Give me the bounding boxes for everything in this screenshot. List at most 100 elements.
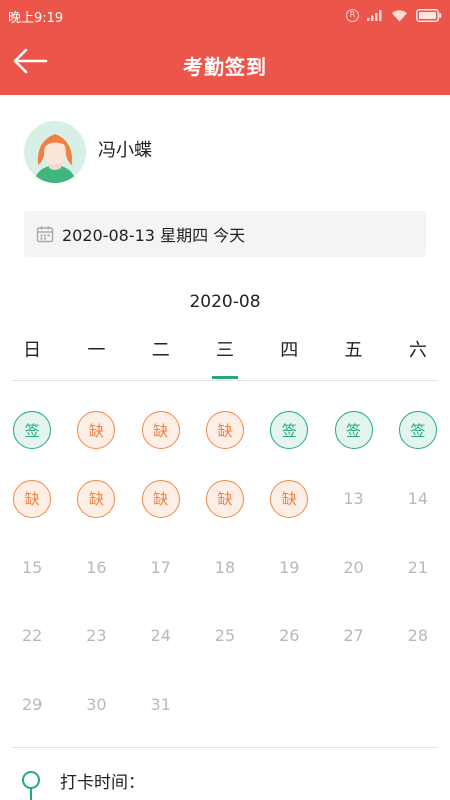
absent-badge: 缺 <box>141 411 180 449</box>
calendar-day-cell[interactable]: 签 <box>257 400 321 460</box>
calendar-day-cell[interactable]: 缺 <box>129 469 193 529</box>
day-number: 30 <box>86 694 107 714</box>
weekday-header: 日一二三四五六 <box>0 336 450 380</box>
day-number: 25 <box>214 626 236 645</box>
absent-badge: 缺 <box>13 479 52 518</box>
status-bar: 晚上9:19 R <box>0 0 450 30</box>
weekday-tab[interactable]: 三 <box>193 336 257 379</box>
day-number: 21 <box>407 557 429 577</box>
calendar-day-cell[interactable]: 21 <box>386 537 450 597</box>
calendar-day-cell[interactable]: 30 <box>64 674 128 734</box>
user-info: 冯小蝶 <box>24 120 152 184</box>
day-number: 29 <box>21 694 43 714</box>
day-number: 22 <box>21 626 43 645</box>
timeline-dot-icon <box>22 771 40 789</box>
weekday-label: 五 <box>344 340 363 361</box>
calendar-day-cell[interactable]: 19 <box>257 537 321 597</box>
day-number: 31 <box>150 694 171 714</box>
calendar-day-cell[interactable]: 15 <box>0 537 64 597</box>
day-number: 17 <box>150 557 171 577</box>
status-icons: R <box>346 6 442 24</box>
weekday-label: 六 <box>408 340 427 361</box>
calendar-month: 2020-08 <box>189 292 261 312</box>
day-number: 16 <box>86 557 107 577</box>
timeline-line <box>30 788 32 800</box>
calendar-day-cell[interactable]: 18 <box>193 537 257 597</box>
calendar-day-cell[interactable]: 28 <box>386 606 450 666</box>
calendar-day-cell[interactable]: 16 <box>64 537 128 597</box>
calendar-day-cell[interactable]: 26 <box>257 606 321 666</box>
selected-indicator <box>211 376 238 379</box>
day-number: 13 <box>343 489 364 508</box>
day-number: 19 <box>279 557 300 577</box>
punch-time-label: 打卡时间： <box>60 772 145 793</box>
user-name: 冯小蝶 <box>98 140 152 161</box>
calendar-day-cell[interactable]: 缺 <box>193 469 257 529</box>
weekday-label: 日 <box>23 340 42 361</box>
calendar-day-cell[interactable]: 25 <box>193 606 257 666</box>
weekday-tab[interactable]: 五 <box>321 336 385 362</box>
page-title: 考勤签到 <box>183 55 267 79</box>
absent-badge: 缺 <box>205 479 244 518</box>
absent-badge: 缺 <box>141 479 180 518</box>
weekday-tab[interactable]: 二 <box>129 336 193 362</box>
calendar-day-cell[interactable]: 缺 <box>129 400 193 460</box>
wifi-icon <box>392 9 407 21</box>
divider <box>12 747 438 748</box>
date-text: 2020-08-13 星期四 今天 <box>62 226 246 245</box>
battery-icon <box>416 8 442 22</box>
weekday-tab[interactable]: 六 <box>386 336 450 362</box>
punch-time-section: 打卡时间： <box>22 768 145 800</box>
signed-badge: 签 <box>270 411 309 449</box>
calendar-day-cell[interactable]: 签 <box>321 400 385 460</box>
signed-badge: 签 <box>334 411 373 449</box>
calendar-day-cell[interactable]: 缺 <box>0 469 64 529</box>
calendar-day-cell[interactable]: 缺 <box>64 400 128 460</box>
app-header: 考勤签到 <box>0 30 450 95</box>
day-number: 15 <box>21 557 43 577</box>
calendar-day-cell[interactable]: 缺 <box>193 400 257 460</box>
avatar-girl-icon <box>24 121 86 183</box>
day-number: 24 <box>150 626 171 645</box>
calendar-day-cell[interactable]: 签 <box>386 400 450 460</box>
day-number: 27 <box>343 626 364 645</box>
divider <box>12 380 438 381</box>
avatar <box>24 121 86 183</box>
signed-badge: 签 <box>13 411 52 449</box>
absent-badge: 缺 <box>270 479 309 518</box>
calendar-day-cell[interactable]: 签 <box>0 400 64 460</box>
weekday-tab[interactable]: 一 <box>64 336 128 362</box>
day-number: 26 <box>279 626 300 645</box>
calendar-day-cell[interactable]: 14 <box>386 469 450 529</box>
calendar-day-cell[interactable]: 27 <box>321 606 385 666</box>
calendar-day-cell[interactable]: 20 <box>321 537 385 597</box>
signed-badge: 签 <box>398 411 437 449</box>
weekday-label: 一 <box>87 340 106 361</box>
absent-badge: 缺 <box>205 411 244 449</box>
weekday-label: 三 <box>215 340 234 361</box>
weekday-tab[interactable]: 四 <box>257 336 321 362</box>
calendar-day-cell[interactable]: 22 <box>0 606 64 666</box>
calendar-day-cell[interactable]: 13 <box>321 469 385 529</box>
day-number: 23 <box>86 626 107 645</box>
date-bar[interactable]: 2020-08-13 星期四 今天 <box>24 211 426 257</box>
sim-r-icon: R <box>346 8 359 22</box>
day-number: 18 <box>214 557 236 577</box>
calendar-day-cell[interactable]: 17 <box>129 537 193 597</box>
day-number: 20 <box>343 557 364 577</box>
calendar-day-cell[interactable]: 缺 <box>257 469 321 529</box>
calendar-day-cell[interactable]: 24 <box>129 606 193 666</box>
status-time: 晚上9:19 <box>8 11 64 26</box>
calendar-day-cell[interactable]: 23 <box>64 606 128 666</box>
day-number: 14 <box>407 489 429 508</box>
calendar-day-cell[interactable]: 29 <box>0 674 64 734</box>
weekday-label: 四 <box>280 340 299 361</box>
calendar-day-cell[interactable]: 31 <box>129 674 193 734</box>
calendar-icon <box>36 226 54 243</box>
absent-badge: 缺 <box>77 411 116 449</box>
signal-icon <box>367 10 382 21</box>
weekday-tab[interactable]: 日 <box>0 336 64 362</box>
calendar-day-cell[interactable]: 缺 <box>64 469 128 529</box>
day-number: 28 <box>407 626 429 645</box>
absent-badge: 缺 <box>77 479 116 518</box>
